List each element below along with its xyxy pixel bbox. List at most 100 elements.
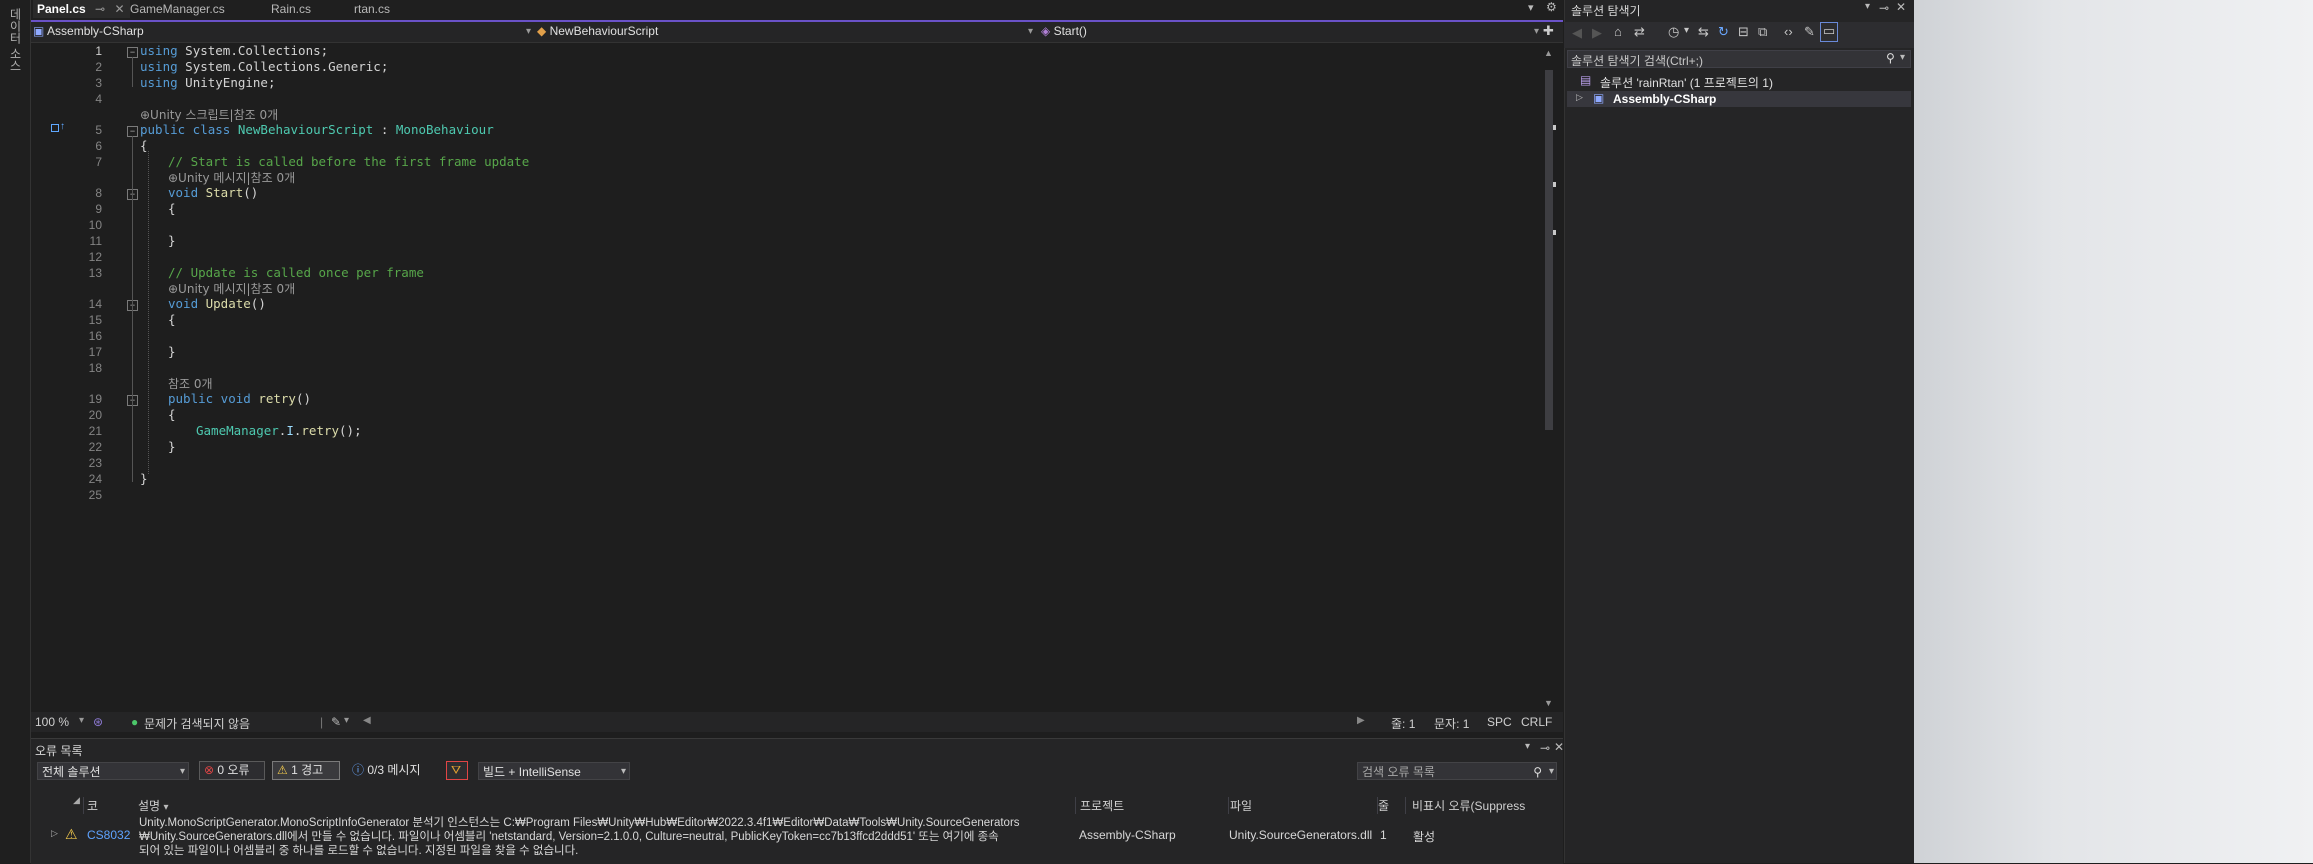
- csharp-project-icon: ▣: [33, 24, 45, 38]
- codelens-hint[interactable]: ⊕Unity 스크립트|참조 0개: [140, 106, 278, 123]
- switch-views-icon[interactable]: ⇄: [1634, 24, 1645, 40]
- expand-arrow-icon[interactable]: ▷: [1576, 92, 1583, 103]
- codelens-hint[interactable]: ⊕Unity 메시지|참조 0개: [168, 169, 295, 186]
- search-placeholder: 솔루션 탐색기 검색(Ctrl+;): [1571, 54, 1703, 68]
- project-dropdown[interactable]: ▣ Assembly-CSharp ▾: [33, 23, 533, 40]
- filter-toggle-button[interactable]: ⛛: [446, 761, 468, 780]
- pending-changes-icon[interactable]: ◷: [1668, 24, 1679, 40]
- scroll-right-icon[interactable]: ▶: [1357, 715, 1365, 726]
- table-row[interactable]: ▷ ⚠ CS8032 Unity.MonoScriptGenerator.Mon…: [37, 814, 1557, 859]
- collapse-all-icon[interactable]: ⊟: [1738, 24, 1749, 40]
- error-search-input[interactable]: 검색 오류 목록 ⚲ ▾: [1357, 762, 1557, 780]
- scroll-down-icon[interactable]: ▼: [1544, 698, 1553, 708]
- line-ending-indicator[interactable]: CRLF: [1521, 715, 1552, 729]
- close-icon[interactable]: ✕: [1896, 0, 1906, 14]
- warnings-filter-button[interactable]: ⚠ 1 경고: [272, 761, 340, 780]
- left-tool-strip: 데이터 소스: [0, 0, 31, 863]
- go-to-base-icon[interactable]: ↑: [60, 121, 65, 132]
- scroll-left-icon[interactable]: ◀: [363, 715, 371, 726]
- close-icon[interactable]: ✕: [114, 2, 124, 16]
- line-number: 15: [88, 313, 102, 327]
- code-line: }: [168, 439, 176, 454]
- chevron-down-icon[interactable]: ▾: [1684, 25, 1689, 36]
- properties-icon[interactable]: ✎: [1804, 24, 1815, 40]
- fold-guide: [132, 136, 133, 482]
- brush-icon[interactable]: ✎: [331, 715, 341, 729]
- panel-menu-icon[interactable]: ▾: [1525, 741, 1530, 752]
- line-indicator[interactable]: 줄: 1: [1391, 715, 1415, 732]
- errors-filter-button[interactable]: ⊗ 0 오류: [199, 761, 265, 780]
- back-icon[interactable]: ◀: [1572, 25, 1582, 41]
- close-icon[interactable]: ✕: [1554, 740, 1564, 754]
- data-sources-tab[interactable]: 데이터 소스: [7, 8, 24, 71]
- code-line: using System.Collections.Generic;: [140, 59, 389, 74]
- solution-search-input[interactable]: 솔루션 탐색기 검색(Ctrl+;) ⚲ ▾: [1567, 50, 1911, 68]
- codelens-hint[interactable]: ⊕Unity 메시지|참조 0개: [168, 280, 295, 297]
- scrollbar-thumb[interactable]: [1545, 70, 1553, 430]
- code-view-icon[interactable]: ‹›: [1784, 24, 1793, 39]
- scrollbar-marker: [1553, 125, 1556, 130]
- tab-overflow-icon[interactable]: ▾: [1528, 1, 1534, 14]
- issues-status[interactable]: 문제가 검색되지 않음: [144, 715, 250, 732]
- tab-rtan-cs[interactable]: rtan.cs: [350, 0, 434, 18]
- preview-selected-icon[interactable]: ▭: [1820, 22, 1838, 42]
- class-dropdown[interactable]: ◆ NewBehaviourScript ▾: [537, 23, 1035, 40]
- error-code-link[interactable]: CS8032: [87, 828, 130, 842]
- code-line: {: [168, 201, 176, 216]
- code-line: {: [140, 138, 148, 153]
- column-header-description[interactable]: 설명 ▾: [134, 797, 1076, 814]
- tab-panel-cs[interactable]: Panel.cs ⊸ ✕: [33, 0, 130, 18]
- error-line: 1: [1380, 828, 1387, 842]
- expand-row-icon[interactable]: ▷: [51, 828, 58, 839]
- codelens-hint[interactable]: 참조 0개: [168, 375, 213, 392]
- scope-dropdown[interactable]: 전체 솔루션 ▾: [37, 762, 189, 780]
- line-number: 7: [95, 155, 102, 169]
- member-dropdown[interactable]: ◈ Start() ▾: [1041, 23, 1541, 40]
- build-filter-label: 빌드 + IntelliSense: [483, 765, 581, 779]
- tab-rain-cs[interactable]: Rain.cs: [267, 0, 351, 18]
- pin-icon[interactable]: ⊸: [95, 2, 105, 16]
- split-window-icon[interactable]: ✚: [1543, 23, 1554, 39]
- messages-filter-button[interactable]: ⓘ 0/3 메시지: [347, 761, 435, 780]
- error-file: Unity.SourceGenerators.dll: [1229, 828, 1373, 842]
- line-number: 5: [95, 123, 102, 137]
- search-icon: ⚲: [1886, 51, 1895, 65]
- pin-icon[interactable]: ⊸: [1540, 741, 1550, 755]
- line-number: 9: [95, 202, 102, 216]
- code-editor[interactable]: [31, 43, 1563, 711]
- whitespace-indicator[interactable]: SPC: [1487, 715, 1512, 729]
- line-number: 11: [89, 234, 102, 248]
- zoom-level[interactable]: 100 %: [35, 715, 69, 729]
- home-icon[interactable]: ⌂: [1614, 24, 1622, 39]
- show-all-files-icon[interactable]: ⧉: [1758, 24, 1767, 40]
- chevron-down-icon[interactable]: ▾: [79, 715, 84, 726]
- filter-icon: ⛛: [451, 763, 462, 777]
- tree-item-project[interactable]: ▷ ▣ Assembly-CSharp: [1567, 91, 1911, 107]
- implementation-glyph-icon[interactable]: [51, 124, 59, 132]
- tab-gamemanager-cs[interactable]: GameManager.cs: [126, 0, 280, 18]
- column-header-project[interactable]: 프로젝트: [1076, 797, 1229, 814]
- sync-icon[interactable]: ⇆: [1698, 24, 1709, 40]
- line-number: 1: [95, 44, 102, 58]
- line-number: 6: [95, 139, 102, 153]
- code-line: public class NewBehaviourScript : MonoBe…: [140, 122, 494, 137]
- pin-icon[interactable]: ⊸: [1879, 1, 1889, 15]
- line-number: 8: [95, 186, 102, 200]
- build-filter-dropdown[interactable]: 빌드 + IntelliSense ▾: [478, 762, 630, 780]
- chevron-down-icon[interactable]: ▾: [344, 715, 349, 726]
- refresh-icon[interactable]: ↻: [1718, 24, 1729, 40]
- column-header-file[interactable]: 파일: [1226, 797, 1378, 814]
- column-header-suppress[interactable]: 비표시 오류(Suppress: [1408, 797, 1533, 814]
- column-header-line[interactable]: 줄: [1374, 797, 1406, 814]
- column-header-code[interactable]: ◢ 코드: [37, 795, 98, 830]
- char-indicator[interactable]: 문자: 1: [1434, 715, 1469, 732]
- scrollbar-marker: [1553, 230, 1556, 235]
- tree-item-solution[interactable]: ▤ 솔루션 'rainRtan' (1 프로젝트의 1): [1578, 73, 1908, 90]
- panel-menu-icon[interactable]: ▾: [1865, 1, 1870, 12]
- settings-gear-icon[interactable]: ⚙: [1546, 0, 1557, 14]
- scroll-up-icon[interactable]: ▲: [1544, 48, 1553, 58]
- line-number: 21: [88, 424, 102, 438]
- forward-icon[interactable]: ▶: [1592, 25, 1602, 41]
- copilot-icon[interactable]: ⊛: [93, 715, 103, 729]
- sort-icon: ◢: [73, 795, 80, 805]
